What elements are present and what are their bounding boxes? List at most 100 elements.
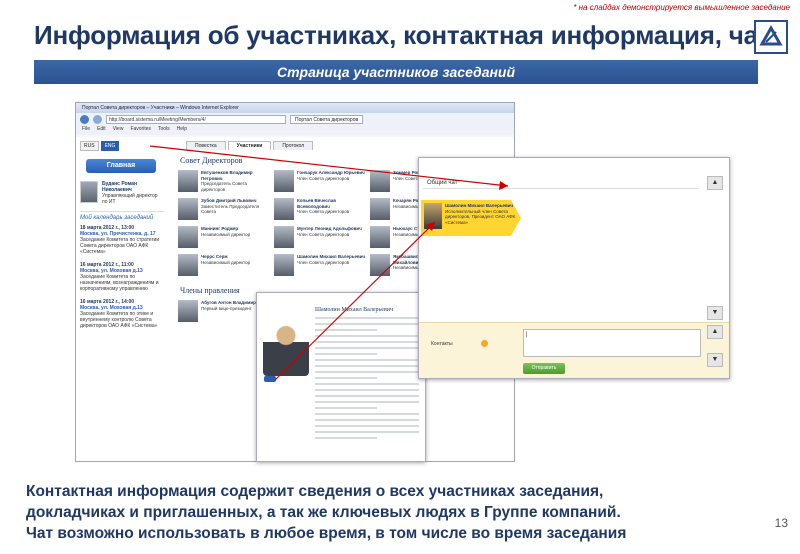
bottom-line-1: Контактная информация содержит сведения … bbox=[26, 483, 604, 500]
menu-edit[interactable]: Edit bbox=[97, 126, 106, 135]
member-role: Председатель Совета директоров bbox=[201, 181, 247, 192]
member-card[interactable]: Копьев Вячеслав Всеволодович Член Совета … bbox=[274, 198, 366, 220]
member-role: Независимый директор bbox=[201, 231, 251, 237]
bottom-description: Контактная информация содержит сведения … bbox=[26, 481, 746, 544]
calendar-event[interactable]: 16 марта 2012 г., 11:00 Москва, ул. Мохо… bbox=[80, 262, 164, 292]
calendar-event[interactable]: 16 марта 2012 г., 14:00 Москва, ул. Мохо… bbox=[80, 299, 164, 329]
member-card[interactable]: Евтушенков Владимир Петрович Председатель… bbox=[178, 170, 270, 192]
profile-role: Управляющий директор по ИТ bbox=[102, 193, 158, 205]
member-text: Копьев Вячеслав Всеволодович Член Совета … bbox=[297, 198, 366, 220]
member-text: Мунтер Леонид Адольфович Член Совета дире… bbox=[297, 226, 362, 248]
menu-file[interactable]: File bbox=[82, 126, 90, 135]
send-button[interactable]: Отправить bbox=[523, 363, 565, 374]
disclaimer: * на слайдах демонстрируется вымышленное… bbox=[573, 3, 790, 12]
member-card[interactable]: Зубов Дмитрий Львович Заместитель Председ… bbox=[178, 198, 270, 220]
language-switch: RUS ENG bbox=[80, 141, 164, 151]
chat-participant-card[interactable]: Шамолин Михаил Валерьевич Исполнительный… bbox=[421, 200, 521, 236]
meeting-tabs: Повестка Участники Протокол bbox=[172, 141, 514, 150]
member-photo bbox=[178, 198, 198, 220]
avatar bbox=[80, 181, 98, 203]
chat-input-scroll-down[interactable]: ▼ bbox=[707, 353, 723, 367]
member-photo bbox=[370, 170, 390, 192]
member-name: Копьев Вячеслав Всеволодович bbox=[297, 198, 337, 209]
page-number: 13 bbox=[774, 516, 788, 530]
lang-rus[interactable]: RUS bbox=[80, 141, 99, 151]
chat-card-text: Шамолин Михаил Валерьевич Исполнительный… bbox=[445, 203, 518, 233]
event-desc: Заседание Комитета по стратегии Совета д… bbox=[80, 237, 160, 255]
chat-input-scroll-up[interactable]: ▲ bbox=[707, 325, 723, 339]
back-icon[interactable] bbox=[80, 115, 89, 124]
bottom-line-3: Чат возможно использовать в любое время,… bbox=[26, 525, 627, 542]
member-role: Независимый директор bbox=[201, 259, 251, 265]
chat-scroll-down[interactable]: ▼ bbox=[707, 306, 723, 320]
contacts-status-icon bbox=[481, 340, 488, 347]
member-role: Первый вице-президент bbox=[201, 305, 252, 311]
participant-photo bbox=[263, 322, 309, 376]
section-subtitle-bar: Страница участников заседаний bbox=[34, 60, 758, 84]
member-photo bbox=[274, 226, 294, 248]
chat-divider bbox=[423, 188, 699, 189]
general-chat-label[interactable]: Общий чат bbox=[427, 180, 458, 186]
main-button[interactable]: Главная bbox=[86, 159, 156, 173]
slide-title: Информация об участниках, контактная инф… bbox=[34, 20, 771, 50]
member-name: Евтушенков Владимир Петрович bbox=[201, 170, 253, 181]
user-profile: Буданс Роман Николаевич Управляющий дире… bbox=[80, 181, 164, 205]
chat-footer: Контакты | ▲ ▼ Отправить bbox=[419, 322, 729, 378]
chat-avatar bbox=[424, 203, 442, 229]
member-card[interactable]: Маннинг Роджер Независимый директор bbox=[178, 226, 270, 248]
menu-help[interactable]: Help bbox=[177, 126, 187, 135]
address-bar-row: http://board.sistema.ru/Meeting/Members/… bbox=[76, 113, 514, 126]
menu-view[interactable]: View bbox=[113, 126, 124, 135]
member-card[interactable]: Шамолин Михаил Валерьевич Член Совета дир… bbox=[274, 254, 366, 276]
member-photo bbox=[370, 254, 390, 276]
member-role: Заместитель Председателя Совета bbox=[201, 203, 260, 215]
popup-name: Шамолин Михаил Валерьевич bbox=[315, 307, 394, 313]
popup-bio-lines bbox=[315, 317, 419, 443]
company-logo bbox=[754, 20, 788, 54]
member-photo bbox=[274, 254, 294, 276]
forward-icon[interactable] bbox=[93, 115, 102, 124]
member-photo bbox=[178, 226, 198, 248]
member-photo bbox=[370, 226, 390, 248]
contacts-label[interactable]: Контакты bbox=[431, 341, 453, 347]
member-role: Член Совета директоров bbox=[297, 231, 350, 237]
calendar-event[interactable]: 18 марта 2012 г., 13:00 Москва, ул. Преч… bbox=[80, 225, 164, 255]
chat-scroll-up[interactable]: ▲ bbox=[707, 176, 723, 190]
tab-participants[interactable]: Участники bbox=[227, 141, 272, 150]
member-photo bbox=[274, 198, 294, 220]
bottom-line-2: докладчиках и приглашенных, а так же клю… bbox=[26, 504, 621, 521]
menu-favorites[interactable]: Favorites bbox=[130, 126, 151, 135]
member-role: Член Совета директоров bbox=[297, 175, 350, 181]
tab-protocol[interactable]: Протокол bbox=[273, 141, 314, 150]
tab-agenda[interactable]: Повестка bbox=[186, 141, 226, 150]
member-text: Евтушенков Владимир Петрович Председатель… bbox=[201, 170, 270, 192]
chat-message-input[interactable]: | bbox=[523, 329, 701, 357]
member-photo bbox=[274, 170, 294, 192]
participant-popup: Шамолин Михаил Валерьевич bbox=[256, 292, 426, 462]
browser-titlebar: Портал Совета директоров – Участники – W… bbox=[76, 103, 514, 113]
member-photo bbox=[178, 254, 198, 276]
member-photo bbox=[178, 300, 198, 322]
member-photo bbox=[178, 170, 198, 192]
member-card[interactable]: Мунтер Леонид Адольфович Член Совета дире… bbox=[274, 226, 366, 248]
browser-tab[interactable]: Портал Совета директоров bbox=[290, 115, 364, 124]
event-desc: Заседание Комитета по назначениям, возна… bbox=[80, 274, 159, 292]
member-text: Шамолин Михаил Валерьевич Член Совета дир… bbox=[297, 254, 365, 276]
browser-menu: File Edit View Favorites Tools Help bbox=[76, 126, 514, 135]
member-card[interactable]: Гончарук Александр Юрьевич Член Совета ди… bbox=[274, 170, 366, 192]
member-text: Гончарук Александр Юрьевич Член Совета ди… bbox=[297, 170, 365, 192]
open-chat-button[interactable] bbox=[264, 376, 276, 382]
lang-eng[interactable]: ENG bbox=[100, 141, 120, 151]
profile-name: Буданс Роман Николаевич bbox=[102, 181, 137, 193]
calendar-title: Мой календарь заседаний bbox=[80, 211, 164, 221]
left-column: RUS ENG Главная Буданс Роман Николаевич … bbox=[80, 141, 164, 461]
url-input[interactable]: http://board.sistema.ru/Meeting/Members/… bbox=[106, 115, 286, 124]
profile-text: Буданс Роман Николаевич Управляющий дире… bbox=[102, 181, 164, 205]
menu-tools[interactable]: Tools bbox=[158, 126, 170, 135]
member-role: Член Совета директоров bbox=[297, 209, 350, 214]
member-card[interactable]: Черрс Серж Независимый директор bbox=[178, 254, 270, 276]
chat-card-role: Исполнительный член Совета директоров, П… bbox=[445, 208, 516, 225]
member-text: Черрс Серж Независимый директор bbox=[201, 254, 250, 276]
member-photo bbox=[370, 198, 390, 220]
member-text: Маннинг Роджер Независимый директор bbox=[201, 226, 250, 248]
